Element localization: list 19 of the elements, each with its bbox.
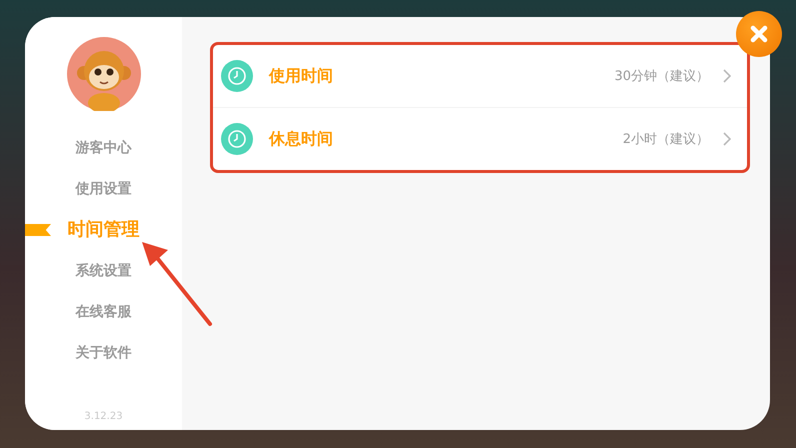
chevron-icon: [723, 132, 731, 146]
clock-icon: [221, 60, 253, 92]
setting-row[interactable]: 使用时间 30分钟（建议）: [213, 45, 747, 108]
sidebar-item[interactable]: 时间管理: [25, 219, 182, 241]
sidebar-item[interactable]: 在线客服: [25, 301, 182, 323]
close-icon: [749, 24, 769, 44]
setting-label: 使用时间: [269, 66, 334, 86]
setting-label: 休息时间: [269, 128, 334, 150]
setting-value: 2小时（建议）: [622, 131, 709, 148]
close-button[interactable]: [736, 11, 782, 57]
sidebar-item[interactable]: 关于软件: [25, 342, 182, 364]
ribbon-marker-icon: [25, 224, 51, 236]
chevron-icon: [723, 69, 731, 83]
clock-icon: [221, 123, 253, 155]
sidebar-item[interactable]: 使用设置: [25, 178, 182, 200]
sidebar-item[interactable]: 游客中心: [25, 137, 182, 159]
setting-row[interactable]: 休息时间 2小时（建议）: [213, 108, 747, 170]
setting-value: 30分钟（建议）: [614, 68, 709, 85]
sidebar-item[interactable]: 系统设置: [25, 260, 182, 282]
